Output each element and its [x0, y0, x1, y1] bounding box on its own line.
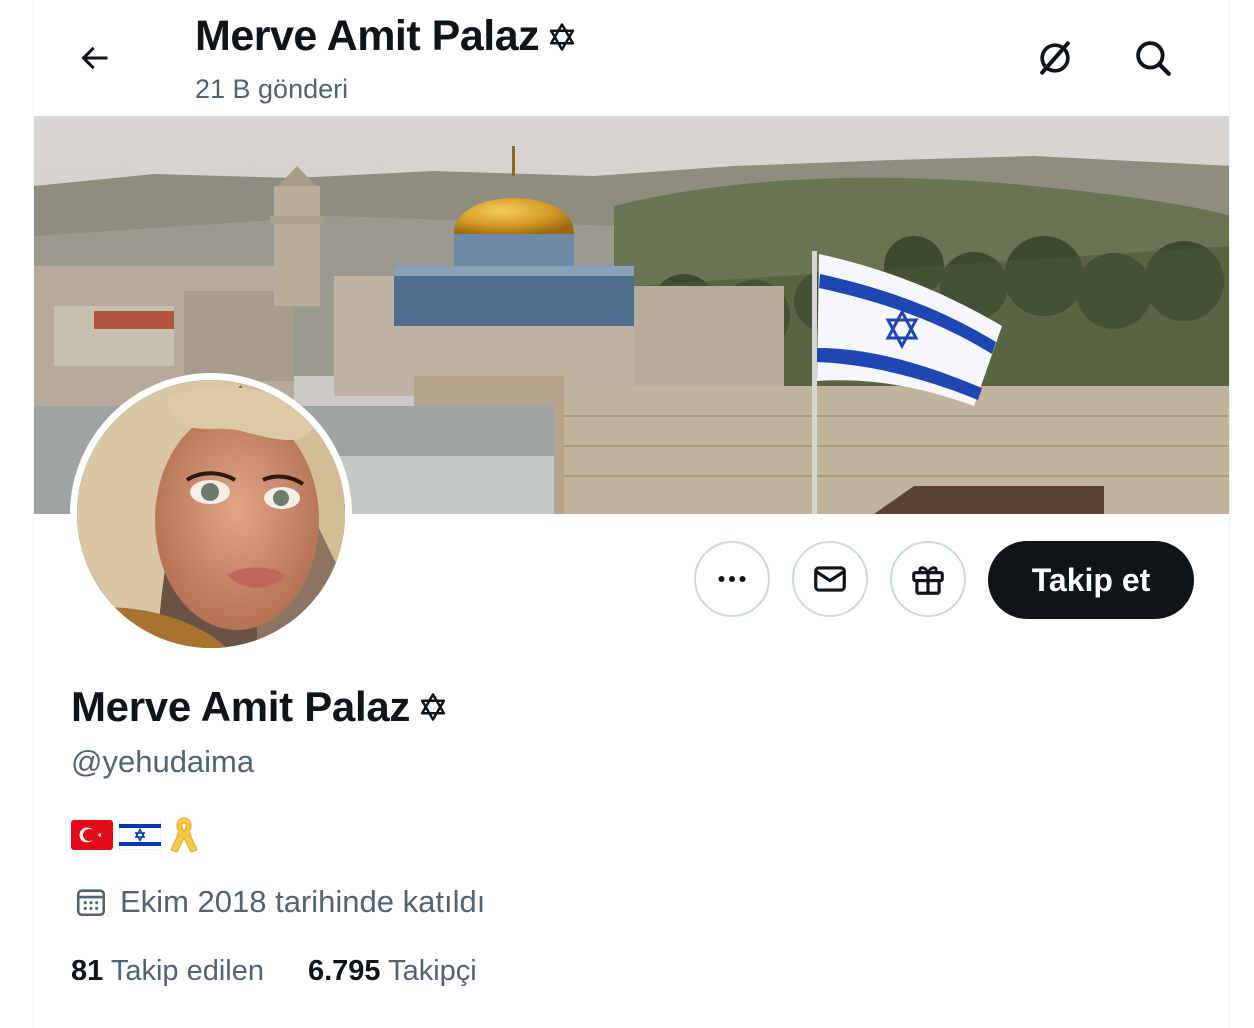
posts-count: 21 B gönderi	[195, 74, 349, 104]
top-bar: Merve Amit Palaz 21 B gönderi	[34, 0, 1229, 116]
back-button[interactable]	[64, 28, 124, 88]
search-button[interactable]	[1123, 28, 1183, 88]
header-title: Merve Amit Palaz	[195, 12, 577, 61]
message-button[interactable]	[792, 541, 868, 617]
profile-stats: 81 Takip edilen 6.795 Takipçi	[71, 955, 477, 988]
calendar-icon	[76, 889, 106, 917]
following-count: 81	[71, 955, 104, 987]
followers-label: Takipçi	[388, 955, 477, 987]
gift-icon	[912, 566, 944, 595]
gift-button[interactable]	[890, 541, 966, 617]
joined-text: Ekim 2018 tarihinde katıldı	[120, 884, 486, 919]
yellow-ribbon-icon	[170, 817, 198, 853]
profile-name: Merve Amit Palaz	[71, 683, 448, 731]
avatar-image	[77, 380, 345, 648]
more-button[interactable]	[694, 541, 770, 617]
mail-icon	[814, 566, 846, 592]
profile-display-name: Merve Amit Palaz	[71, 683, 411, 730]
followers-link[interactable]: 6.795 Takipçi	[308, 955, 477, 988]
grok-button[interactable]	[1025, 28, 1085, 88]
star-of-david-icon	[418, 692, 448, 722]
profile-handle: @yehudaima	[71, 744, 255, 779]
follow-button[interactable]: Takip et	[988, 541, 1194, 619]
more-icon	[718, 576, 746, 582]
profile-column: Merve Amit Palaz 21 B gönderi Takip et M…	[33, 0, 1230, 1028]
arrow-left-icon	[81, 46, 108, 70]
grok-icon	[1040, 41, 1070, 75]
profile-bio	[71, 812, 201, 858]
search-icon	[1136, 41, 1171, 76]
joined-date: Ekim 2018 tarihinde katıldı	[74, 884, 485, 920]
following-label: Takip edilen	[110, 955, 264, 987]
header-display-name: Merve Amit Palaz	[195, 12, 540, 60]
followers-count: 6.795	[307, 955, 381, 987]
star-of-david-icon	[547, 22, 577, 52]
turkey-flag-icon	[71, 820, 113, 850]
israel-flag-icon	[119, 820, 161, 850]
profile-avatar[interactable]	[70, 373, 352, 655]
following-link[interactable]: 81 Takip edilen	[71, 955, 264, 988]
